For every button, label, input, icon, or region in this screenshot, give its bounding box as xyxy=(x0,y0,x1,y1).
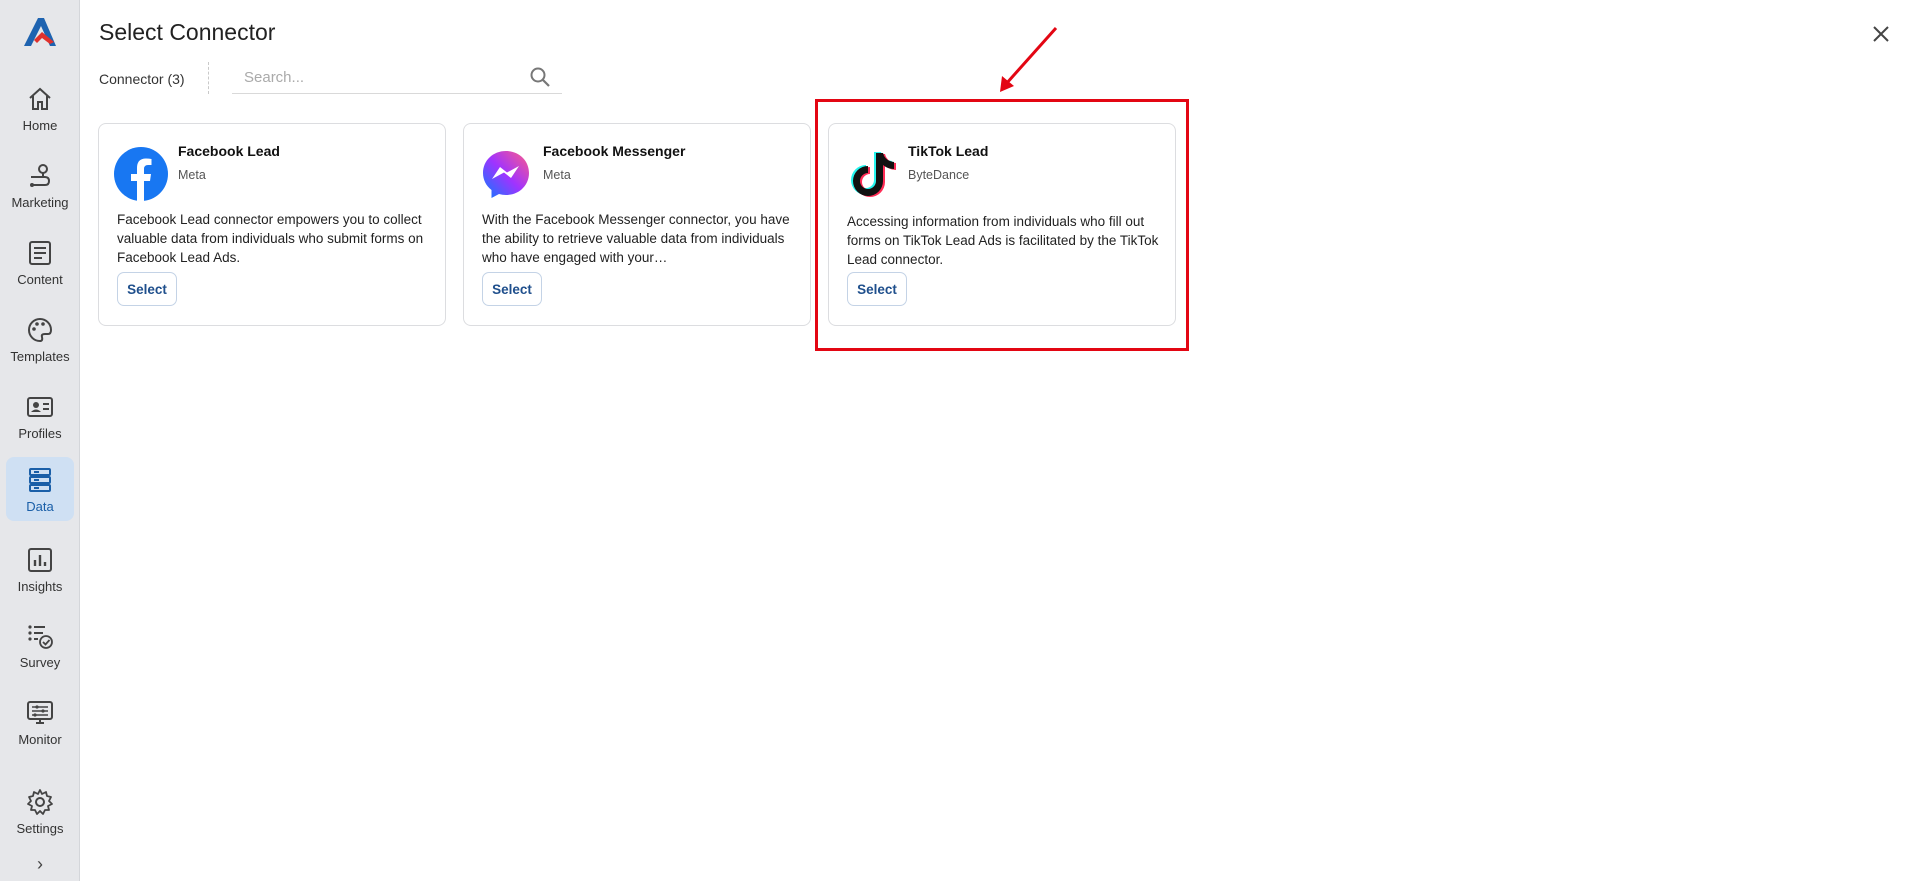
sidebar-item-monitor[interactable]: Monitor xyxy=(6,690,74,754)
sidebar-item-data[interactable]: Data xyxy=(6,457,74,521)
home-icon xyxy=(29,87,51,110)
connector-name: Facebook Messenger xyxy=(543,143,686,159)
sidebar-item-label: Home xyxy=(22,118,58,133)
connector-name: TikTok Lead xyxy=(908,143,989,159)
connector-card-facebook-messenger[interactable]: Facebook Messenger Meta With the Faceboo… xyxy=(463,123,811,326)
tiktok-icon xyxy=(851,152,896,197)
search-input[interactable] xyxy=(232,62,562,94)
sidebar-item-label: Survey xyxy=(19,655,61,670)
data-icon xyxy=(29,468,51,492)
connector-vendor: Meta xyxy=(178,168,206,182)
sidebar-expand-button[interactable]: › xyxy=(28,854,52,874)
connector-card-facebook-lead[interactable]: Facebook Lead Meta Facebook Lead connect… xyxy=(98,123,446,326)
sidebar-item-label: Content xyxy=(17,272,63,287)
messenger-icon xyxy=(483,151,529,198)
insights-icon xyxy=(28,548,52,572)
page-title: Select Connector xyxy=(99,19,276,45)
sidebar-item-settings[interactable]: Settings xyxy=(6,779,74,843)
close-icon[interactable] xyxy=(1869,22,1893,46)
content-icon xyxy=(29,241,51,265)
select-button[interactable]: Select xyxy=(847,272,907,306)
sidebar-item-label: Data xyxy=(26,499,54,514)
sidebar-item-survey[interactable]: Survey xyxy=(6,613,74,677)
sidebar-item-label: Profiles xyxy=(18,426,62,441)
connector-vendor: ByteDance xyxy=(908,168,970,182)
connector-description: Accessing information from individuals w… xyxy=(847,214,1159,267)
sidebar-item-label: Marketing xyxy=(11,195,69,210)
sidebar-item-marketing[interactable]: Marketing xyxy=(6,153,74,217)
divider xyxy=(208,62,209,94)
sidebar-item-templates[interactable]: Templates xyxy=(6,307,74,371)
connector-dialog: Select Connector Connector (3) Facebook … xyxy=(80,0,1911,881)
monitor-icon xyxy=(27,701,53,724)
connector-card-tiktok-lead[interactable]: TikTok Lead ByteDance Accessing informat… xyxy=(828,123,1176,326)
search-icon[interactable] xyxy=(528,65,552,89)
gear-icon xyxy=(27,789,53,815)
select-button[interactable]: Select xyxy=(117,272,177,306)
palette-icon xyxy=(28,317,53,343)
connector-description: With the Facebook Messenger connector, y… xyxy=(482,212,790,265)
connector-description: Facebook Lead connector empowers you to … xyxy=(117,212,424,265)
sidebar-item-insights[interactable]: Insights xyxy=(6,537,74,601)
profiles-icon xyxy=(27,397,53,417)
sidebar-item-content[interactable]: Content xyxy=(6,230,74,294)
facebook-icon xyxy=(114,147,168,201)
sidebar: Home Marketing Content Templates Profile… xyxy=(0,0,80,881)
marketing-icon xyxy=(30,164,51,187)
sidebar-item-home[interactable]: Home xyxy=(6,76,74,140)
app-logo-icon[interactable] xyxy=(20,12,60,52)
sidebar-item-label: Templates xyxy=(10,349,70,364)
connector-count: Connector (3) xyxy=(99,71,185,87)
select-button[interactable]: Select xyxy=(482,272,542,306)
sidebar-item-label: Monitor xyxy=(18,732,62,747)
survey-icon xyxy=(28,625,53,649)
sidebar-item-label: Settings xyxy=(16,821,64,836)
sidebar-item-profiles[interactable]: Profiles xyxy=(6,384,74,448)
sidebar-item-label: Insights xyxy=(17,579,63,594)
connector-name: Facebook Lead xyxy=(178,143,280,159)
connector-vendor: Meta xyxy=(543,168,571,182)
